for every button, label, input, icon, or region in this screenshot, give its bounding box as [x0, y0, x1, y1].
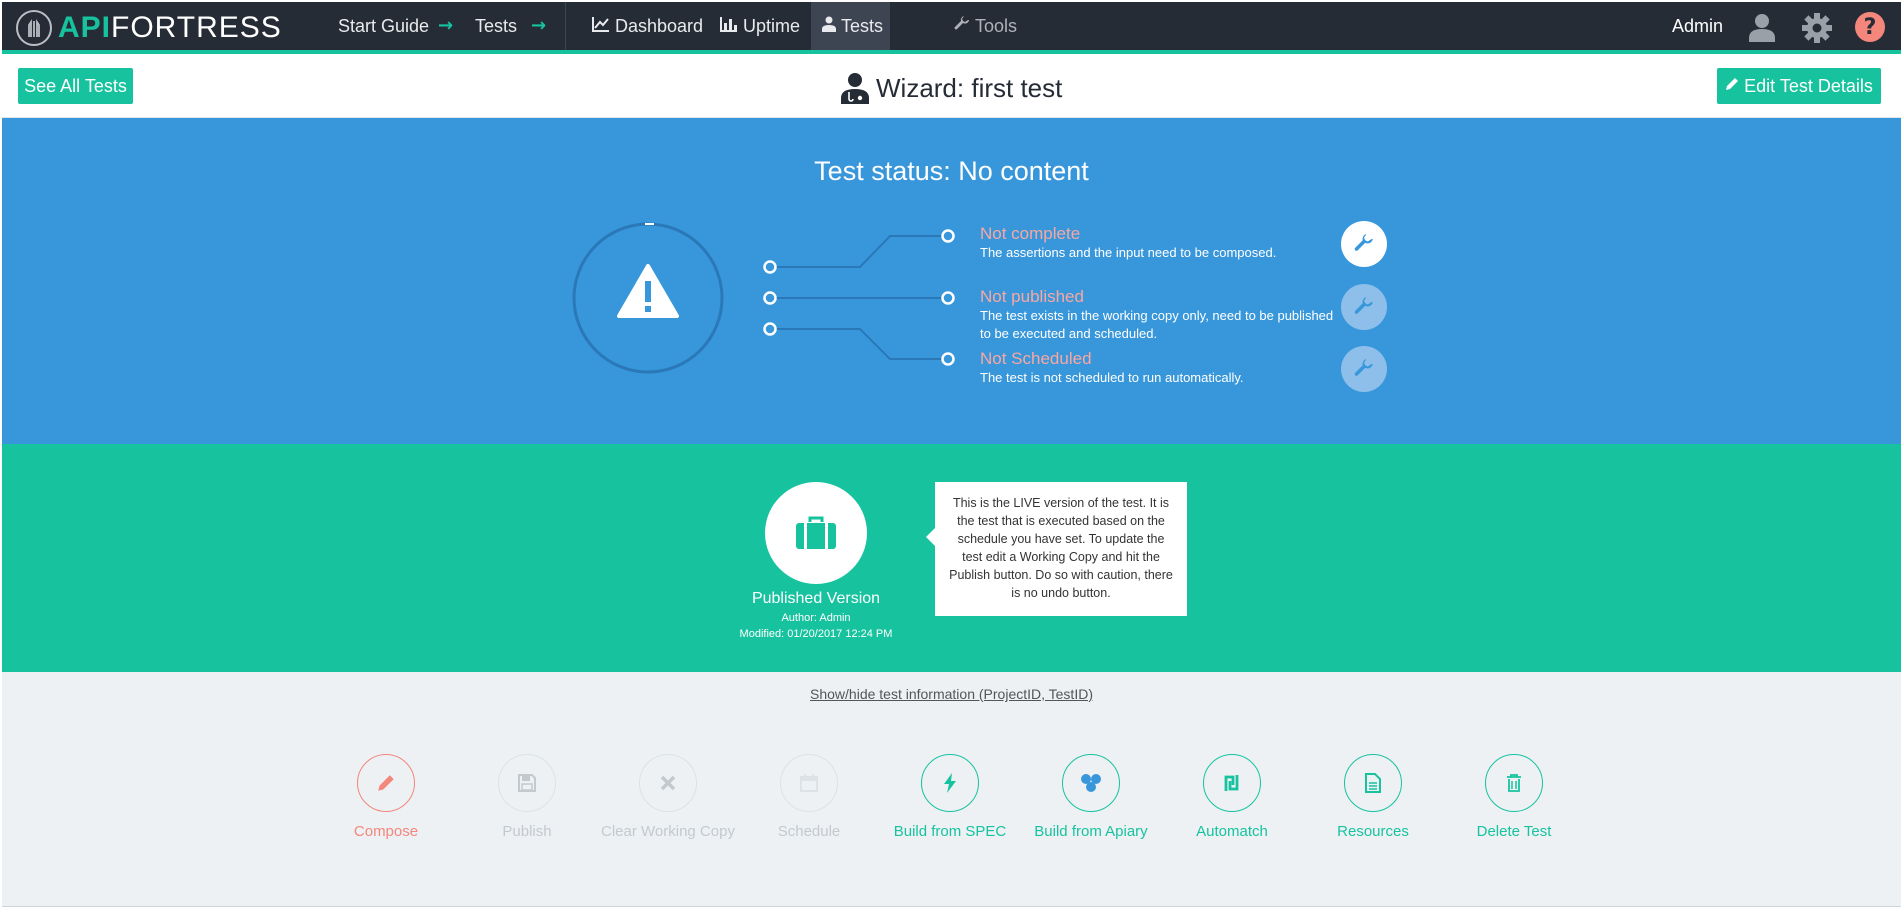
automatch-icon — [1224, 775, 1239, 791]
pencil-icon — [378, 775, 394, 791]
test-status-section: Test status: No content Not complete The… — [2, 118, 1901, 444]
brand-logo[interactable]: APIFORTRESS — [16, 10, 282, 46]
published-version-label: Published Version — [751, 590, 881, 607]
nav-tests[interactable]: Tests — [822, 2, 883, 50]
floppy-icon — [518, 774, 536, 792]
build-from-apiary-button[interactable]: Build from Apiary — [1021, 754, 1161, 842]
wrench-icon — [1354, 359, 1373, 376]
help-icon[interactable]: ? — [1855, 12, 1885, 42]
fix-not-complete-button[interactable] — [1341, 221, 1387, 267]
pencil-icon — [1725, 77, 1739, 96]
breadcrumb-arrow-icon: → — [438, 15, 454, 36]
automatch-button[interactable]: Automatch — [1162, 754, 1302, 842]
edit-test-details-button[interactable]: Edit Test Details — [1717, 68, 1881, 104]
publish-button[interactable]: Publish — [457, 754, 597, 842]
apiary-icon — [1081, 774, 1101, 792]
line-chart-icon — [592, 16, 610, 37]
status-item-not-complete: Not complete The assertions and the inpu… — [980, 224, 1277, 260]
published-modified: Modified: 01/20/2017 12:24 PM — [739, 628, 893, 640]
nav-tools[interactable]: Tools — [954, 2, 1017, 50]
top-navbar: APIFORTRESS Start Guide → Tests → Dashbo… — [2, 2, 1901, 54]
published-version-section: Published Version Author: Admin Modified… — [2, 444, 1901, 672]
brand-name: APIFORTRESS — [58, 11, 282, 44]
page-title: Wizard: first test — [840, 68, 1062, 108]
see-all-tests-button[interactable]: See All Tests — [18, 68, 133, 104]
x-icon — [660, 775, 676, 791]
breadcrumb-arrow-icon: → — [531, 15, 547, 36]
clear-working-copy-button[interactable]: Clear Working Copy — [598, 754, 738, 842]
live-version-tooltip: This is the LIVE version of the test. It… — [926, 482, 1187, 616]
bolt-icon — [944, 773, 956, 793]
schedule-button[interactable]: Schedule — [739, 754, 879, 842]
status-connectors — [771, 235, 942, 360]
compose-button[interactable]: Compose — [316, 754, 456, 842]
wrench-icon — [954, 15, 970, 37]
wrench-icon — [1354, 234, 1373, 251]
briefcase-icon — [796, 516, 836, 549]
published-version-button[interactable] — [765, 482, 867, 584]
actions-section: Show/hide test information (ProjectID, T… — [2, 672, 1901, 906]
toggle-test-info-link[interactable]: Show/hide test information (ProjectID, T… — [2, 686, 1901, 702]
nav-start-guide[interactable]: Start Guide — [338, 2, 429, 50]
document-icon — [1365, 773, 1381, 793]
published-author: Author: Admin — [781, 612, 851, 624]
nav-uptime[interactable]: Uptime — [720, 2, 800, 50]
nav-tests-crumb[interactable]: Tests — [475, 2, 517, 50]
status-item-not-scheduled: Not Scheduled The test is not scheduled … — [980, 349, 1244, 385]
fortress-logo-icon — [16, 10, 52, 46]
ring-progress-tick — [645, 223, 654, 225]
user-icon[interactable] — [1747, 12, 1777, 42]
bar-chart-icon — [720, 16, 738, 37]
calendar-icon — [800, 774, 818, 792]
nav-dashboard[interactable]: Dashboard — [592, 2, 703, 50]
admin-username[interactable]: Admin — [1672, 2, 1723, 50]
trash-icon — [1507, 774, 1521, 792]
status-diagram — [572, 222, 955, 374]
resources-button[interactable]: Resources — [1303, 754, 1443, 842]
user-doctor-icon — [822, 16, 836, 37]
title-bar: See All Tests Wizard: first test Edit Te… — [2, 58, 1901, 118]
page-bottom-edge — [2, 906, 1901, 911]
build-from-spec-button[interactable]: Build from SPEC — [880, 754, 1020, 842]
warning-icon — [617, 264, 679, 318]
user-doctor-icon — [841, 73, 869, 104]
fix-not-scheduled-button[interactable] — [1341, 346, 1387, 392]
fix-not-published-button[interactable] — [1341, 284, 1387, 330]
wrench-icon — [1354, 297, 1373, 314]
gear-icon[interactable] — [1801, 12, 1833, 44]
delete-test-button[interactable]: Delete Test — [1444, 754, 1584, 842]
nav-divider — [565, 2, 566, 50]
status-item-not-published: Not published The test exists in the wor… — [980, 287, 1334, 341]
